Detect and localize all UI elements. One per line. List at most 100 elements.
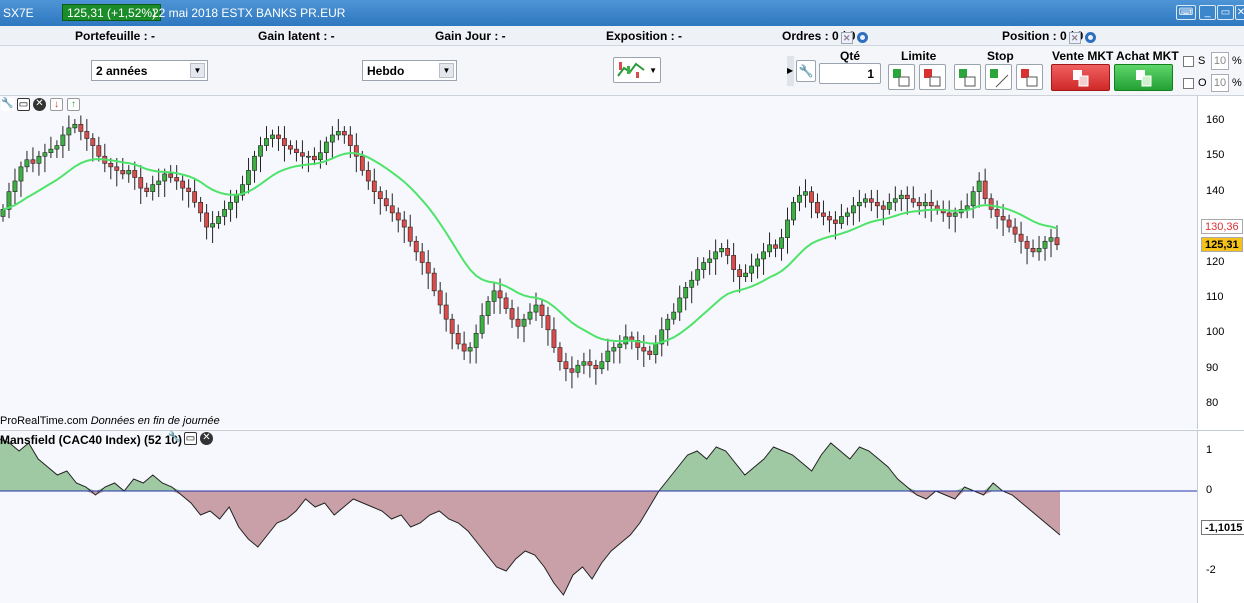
candle-body xyxy=(575,364,581,373)
candle-body xyxy=(509,308,515,320)
chevron-down-icon: ▼ xyxy=(649,66,657,75)
price-chart-panel[interactable]: 🔧 ▭ ✕ ↓ ↑ ProRealTime.com Données en fin… xyxy=(0,96,1244,429)
ordres-gear-icon[interactable] xyxy=(857,32,869,43)
mansfield-chart[interactable] xyxy=(0,431,1197,603)
candle-body xyxy=(36,155,42,164)
s-percent-sign: % xyxy=(1232,55,1242,67)
candle-body xyxy=(150,184,156,192)
wrench-icon[interactable]: 🔧 xyxy=(1,98,14,111)
portefeuille-label: Portefeuille : - xyxy=(75,29,156,43)
candle-body xyxy=(551,329,557,348)
stop-trailing-icon[interactable] xyxy=(985,64,1012,90)
candle-body xyxy=(222,209,227,217)
candle-body xyxy=(329,134,335,143)
down-arrow-icon[interactable]: ↓ xyxy=(50,98,63,111)
limit-buy-icon[interactable] xyxy=(888,64,915,90)
settings-wrench-icon[interactable]: 🔧 xyxy=(796,60,816,82)
close-icon[interactable]: ✕ xyxy=(200,432,213,445)
candle-body xyxy=(1024,240,1030,249)
candle-body xyxy=(904,194,910,200)
close-window-icon[interactable]: ✕ xyxy=(1235,5,1244,20)
candle-body xyxy=(809,191,814,203)
candle-body xyxy=(300,152,305,157)
up-arrow-icon[interactable]: ↑ xyxy=(67,98,80,111)
candle-body xyxy=(515,318,521,327)
candle-body xyxy=(473,333,479,348)
limit-sell-icon[interactable] xyxy=(919,64,946,90)
candle-body xyxy=(605,350,611,362)
position-cancel-icon[interactable]: ✕ xyxy=(1068,32,1081,44)
candle-body xyxy=(581,361,587,366)
credit-label: ProRealTime.com Données en fin de journé… xyxy=(0,415,220,427)
candle-body xyxy=(815,201,820,214)
candle-body xyxy=(1012,226,1018,235)
candle-body xyxy=(970,191,976,207)
candle-body xyxy=(791,201,796,221)
indicator-axis: 1 0 -2 -1,1015 xyxy=(1197,431,1244,603)
candle-body xyxy=(527,311,533,320)
candle-body xyxy=(42,152,48,157)
window-titlebar: SX7E 125,31 (+1,52%) 22 mai 2018 ESTX BA… xyxy=(0,0,1244,26)
s-checkbox[interactable] xyxy=(1183,56,1194,67)
window-icon[interactable]: ▭ xyxy=(17,98,30,111)
collapse-arrow-icon[interactable]: ▶ xyxy=(787,56,794,86)
candle-body xyxy=(156,180,162,185)
wrench-icon[interactable]: 🔧 xyxy=(168,432,181,445)
stop-sell-icon[interactable] xyxy=(1016,64,1043,90)
price-tick-label: 120 xyxy=(1206,255,1225,268)
candle-body xyxy=(306,155,311,158)
candle-body xyxy=(455,333,461,345)
candle-body xyxy=(599,361,605,370)
indicator-panel[interactable]: Mansfield (CAC40 Index) (52 10) 🔧 ▭ ✕ 1 0… xyxy=(0,430,1244,603)
window-icon[interactable]: ▭ xyxy=(184,432,197,445)
keyboard-icon[interactable]: ⌨ xyxy=(1176,5,1196,20)
candle-body xyxy=(761,251,766,260)
candle-body xyxy=(1042,240,1048,249)
price-chart[interactable] xyxy=(0,96,1197,429)
candle-body xyxy=(449,318,455,334)
achat-mkt-button[interactable] xyxy=(1114,64,1173,91)
candle-body xyxy=(30,159,36,164)
candle-body xyxy=(90,138,96,146)
o-label: O xyxy=(1198,77,1207,89)
candle-body xyxy=(264,138,269,146)
minimize-icon[interactable]: _ xyxy=(1199,5,1216,20)
interval-select[interactable]: Hebdo ▼ xyxy=(362,60,457,81)
candle-body xyxy=(916,201,922,207)
candle-body xyxy=(377,191,383,200)
candle-body xyxy=(497,290,503,299)
vente-mkt-button[interactable] xyxy=(1051,64,1110,91)
candle-body xyxy=(198,201,204,214)
account-infobar: Portefeuille : - Gain latent : - Gain Jo… xyxy=(0,26,1244,46)
stop-buy-icon[interactable] xyxy=(954,64,981,90)
s-percent-input[interactable]: 10 xyxy=(1211,52,1229,70)
position-gear-icon[interactable] xyxy=(1085,32,1097,43)
candle-body xyxy=(347,134,353,146)
quantity-input[interactable]: 1 xyxy=(819,63,881,84)
candle-body xyxy=(168,173,174,178)
candle-body xyxy=(395,212,401,221)
candle-body xyxy=(407,226,413,242)
candle-body xyxy=(317,152,323,161)
candle-body xyxy=(821,212,826,217)
symbol-label: SX7E xyxy=(3,6,34,20)
maximize-icon[interactable]: ▭ xyxy=(1217,5,1234,20)
o-percent-input[interactable]: 10 xyxy=(1211,74,1229,92)
candle-body xyxy=(533,304,539,313)
chart-type-button[interactable]: ▼ xyxy=(613,57,661,83)
close-icon[interactable]: ✕ xyxy=(33,98,46,111)
candle-body xyxy=(665,318,671,331)
candle-body xyxy=(114,166,120,171)
candle-body xyxy=(108,163,114,168)
price-tick-label: 140 xyxy=(1206,184,1225,197)
last-price-tag: 125,31 xyxy=(1201,237,1243,252)
candle-body xyxy=(713,251,719,260)
o-checkbox[interactable] xyxy=(1183,78,1194,89)
period-select[interactable]: 2 années ▼ xyxy=(91,60,208,81)
candle-body xyxy=(204,212,210,228)
candle-body xyxy=(479,315,485,334)
ordres-cancel-icon[interactable]: ✕ xyxy=(840,32,853,44)
candle-body xyxy=(689,279,695,288)
candle-body xyxy=(0,209,6,217)
candle-body xyxy=(850,205,856,214)
